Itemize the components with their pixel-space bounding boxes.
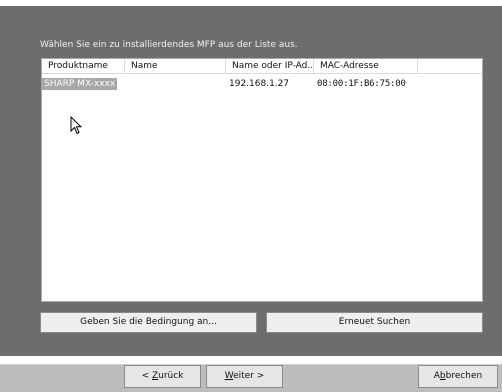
column-header-ip[interactable]: Name oder IP-Ad... <box>226 59 314 73</box>
cell-name <box>125 78 226 91</box>
selected-product-label: SHARP MX-xxxx <box>42 78 118 90</box>
back-arrow: < <box>141 371 152 381</box>
column-header-name[interactable]: Name <box>125 59 226 73</box>
column-header-empty <box>418 59 482 73</box>
back-button[interactable]: < Zurück <box>124 365 201 388</box>
back-label: urück <box>158 371 184 381</box>
cancel-button[interactable]: Abbrechen <box>418 365 498 388</box>
next-button[interactable]: Weiter > <box>206 365 283 388</box>
next-label: eiter > <box>233 371 265 381</box>
column-header-mac[interactable]: MAC-Adresse <box>314 59 418 73</box>
device-listview[interactable]: Produktname Name Name oder IP-Ad... MAC-… <box>41 58 483 302</box>
search-again-button[interactable]: Erneuet Suchen <box>266 312 483 333</box>
instruction-text: Wählen Sie ein zu installierdendes MFP a… <box>40 40 298 50</box>
cell-product: SHARP MX-xxxx <box>42 78 125 91</box>
list-header: Produktname Name Name oder IP-Ad... MAC-… <box>42 59 482 74</box>
column-header-produktname[interactable]: Produktname <box>42 59 125 73</box>
cell-mac: 08:00:1F:B6:75:00 <box>317 79 406 89</box>
table-row[interactable]: SHARP MX-xxxx 192.168.1.27 08:00:1F:B6:7… <box>42 78 482 91</box>
mouse-pointer-icon <box>70 116 82 135</box>
specify-condition-button[interactable]: Geben Sie die Bedingung an... <box>40 312 257 333</box>
cancel-label-end: brechen <box>445 371 483 381</box>
cell-ip: 192.168.1.27 <box>229 79 290 89</box>
next-mnemonic: W <box>224 371 234 381</box>
